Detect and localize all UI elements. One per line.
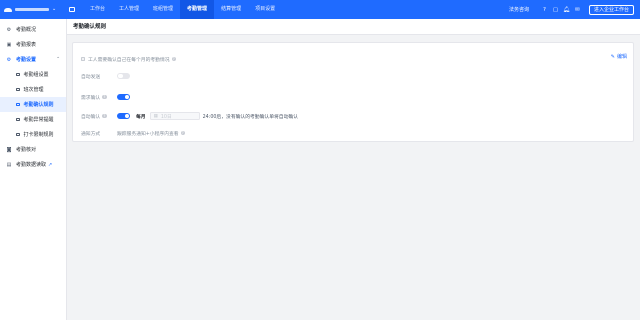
sidebar-item-overview[interactable]: ⚙ 考勤概况 [0,22,66,37]
every-month-label: 每月 [136,114,146,120]
message-icon[interactable]: ▢ [550,0,561,19]
help-icon[interactable]: ? [539,0,550,19]
sidebar-subitem-confirm-rules[interactable]: 考勤确认规则 [0,97,66,112]
nav-workers[interactable]: 工人管理 [112,0,146,19]
rules-card: ✎ 编辑 工人需要确认自己在每个月的考勤情况 ? 自动发送 需求确认? 自动确认… [72,42,634,142]
auto-confirm-toggle[interactable] [117,112,130,120]
gear-icon: ⚙ [6,26,12,33]
sidebar-item-reports[interactable]: ▣ 考勤报表 [0,37,66,52]
page-title: 考勤确认规则 [67,19,640,35]
sidebar-item-verify[interactable]: ◙ 考勤核对 [0,142,66,157]
nav-attendance[interactable]: 考勤管理 [180,0,215,19]
sidebar-subitem-anomaly-reminder[interactable]: 考勤异常提醒 [0,112,66,127]
require-confirm-label: 工人需要确认自己在每个月的考勤情况 [88,57,170,63]
cloud-logo-icon [4,7,12,12]
alert-icon [16,117,20,122]
data-icon: ▤ [6,161,12,168]
mail-icon[interactable]: ✉ [572,0,583,19]
nav-project-settings[interactable]: 项目设置 [248,0,282,19]
sidebar-item-label: 考勤概况 [16,27,37,33]
info-icon: ? [102,94,107,100]
notify-value: 跟踪服务通知+小程序内查看 [117,131,179,137]
auto-confirm-description: 24:00后，没有确认的考勤确认单将自动确认 [202,114,298,120]
need-confirm-row: 需求确认? [81,92,130,102]
sidebar-subitem-label: 考勤组设置 [23,72,49,78]
company-name-redacted [15,8,49,11]
sidebar-subitem-label: 考勤确认规则 [23,102,54,108]
need-confirm-toggle[interactable] [117,93,130,101]
auto-confirm-row: 自动确认? 每月 ▦ 10日 24:00后，没有确认的考勤确认单将自动确认 [81,111,298,121]
notify-row: 通知方式 跟踪服务通知+小程序内查看 ? [81,128,186,138]
sidebar-subitem-label: 打卡限制规则 [23,132,54,138]
date-select-value: 10日 [160,114,172,120]
sidebar-item-label: 考勤核对 [16,147,37,153]
external-link-icon: ↗ [48,161,53,168]
sidebar-subitem-label: 考勤异常提醒 [23,117,54,123]
sidebar-subitem-punch-limit[interactable]: 打卡限制规则 [0,127,66,142]
edit-label: 编辑 [616,54,627,60]
main-nav: 工作台 工人管理 班组管理 考勤管理 结算管理 项目设置 [83,0,282,19]
menu-toggle-icon[interactable] [67,0,77,19]
sidebar-item-data-read[interactable]: ▤ 考勤数据读取 ↗ [0,157,66,172]
sidebar: ⚙ 考勤概况 ▣ 考勤报表 ⚙ 考勤设置 ⌃ 考勤组设置 班次管理 考勤确认规则… [0,19,67,320]
sidebar-subitem-shifts[interactable]: 班次管理 [0,82,66,97]
sidebar-item-label: 考勤数据读取 [16,162,47,168]
info-icon: ? [180,130,186,136]
check-icon: ◙ [6,146,12,153]
chevron-up-icon: ⌃ [56,57,60,62]
rules-icon [16,102,20,107]
top-navigation-bar: ⌄ 工作台 工人管理 班组管理 考勤管理 结算管理 项目设置 法务咨询 ? ▢ … [0,0,640,19]
auto-send-toggle[interactable] [117,72,130,80]
need-confirm-label: 需求确认? [81,94,107,101]
edit-button[interactable]: ✎ 编辑 [610,53,627,61]
report-icon: ▣ [6,41,12,48]
auto-confirm-label: 自动确认? [81,113,107,120]
enter-enterprise-workbench-button[interactable]: 进入企业工作台 [588,4,634,15]
nav-workbench[interactable]: 工作台 [83,0,112,19]
sidebar-item-label: 考勤报表 [16,42,37,48]
sidebar-subitem-group-settings[interactable]: 考勤组设置 [0,67,66,82]
bell-icon[interactable]: 🔔︎ [561,0,572,19]
nav-teams[interactable]: 班组管理 [146,0,180,19]
group-icon [16,72,20,77]
punch-icon [16,132,20,137]
company-selector[interactable]: ⌄ [0,0,64,19]
require-confirm-checkbox[interactable] [81,57,85,61]
shift-icon [16,87,20,92]
info-icon: ? [102,113,107,119]
auto-send-row: 自动发送 [81,71,130,81]
require-confirm-row: 工人需要确认自己在每个月的考勤情况 ? [81,54,177,64]
date-select[interactable]: ▦ 10日 [149,112,200,120]
top-right-actions: 法务咨询 ? ▢ 🔔︎ ✉ 进入企业工作台 [509,0,640,19]
settings-icon: ⚙ [6,56,12,63]
edit-icon: ✎ [610,53,615,60]
sidebar-item-settings[interactable]: ⚙ 考勤设置 ⌃ [0,52,66,67]
nav-settlement[interactable]: 结算管理 [214,0,248,19]
notify-label: 通知方式 [81,131,101,137]
info-icon: ? [171,56,177,62]
chevron-down-icon: ⌄ [52,6,57,12]
sidebar-subitem-label: 班次管理 [23,87,44,93]
sidebar-item-label: 考勤设置 [16,57,37,63]
legal-consult-link[interactable]: 法务咨询 [509,6,529,13]
auto-send-label: 自动发送 [81,74,101,80]
calendar-icon: ▦ [153,113,158,119]
